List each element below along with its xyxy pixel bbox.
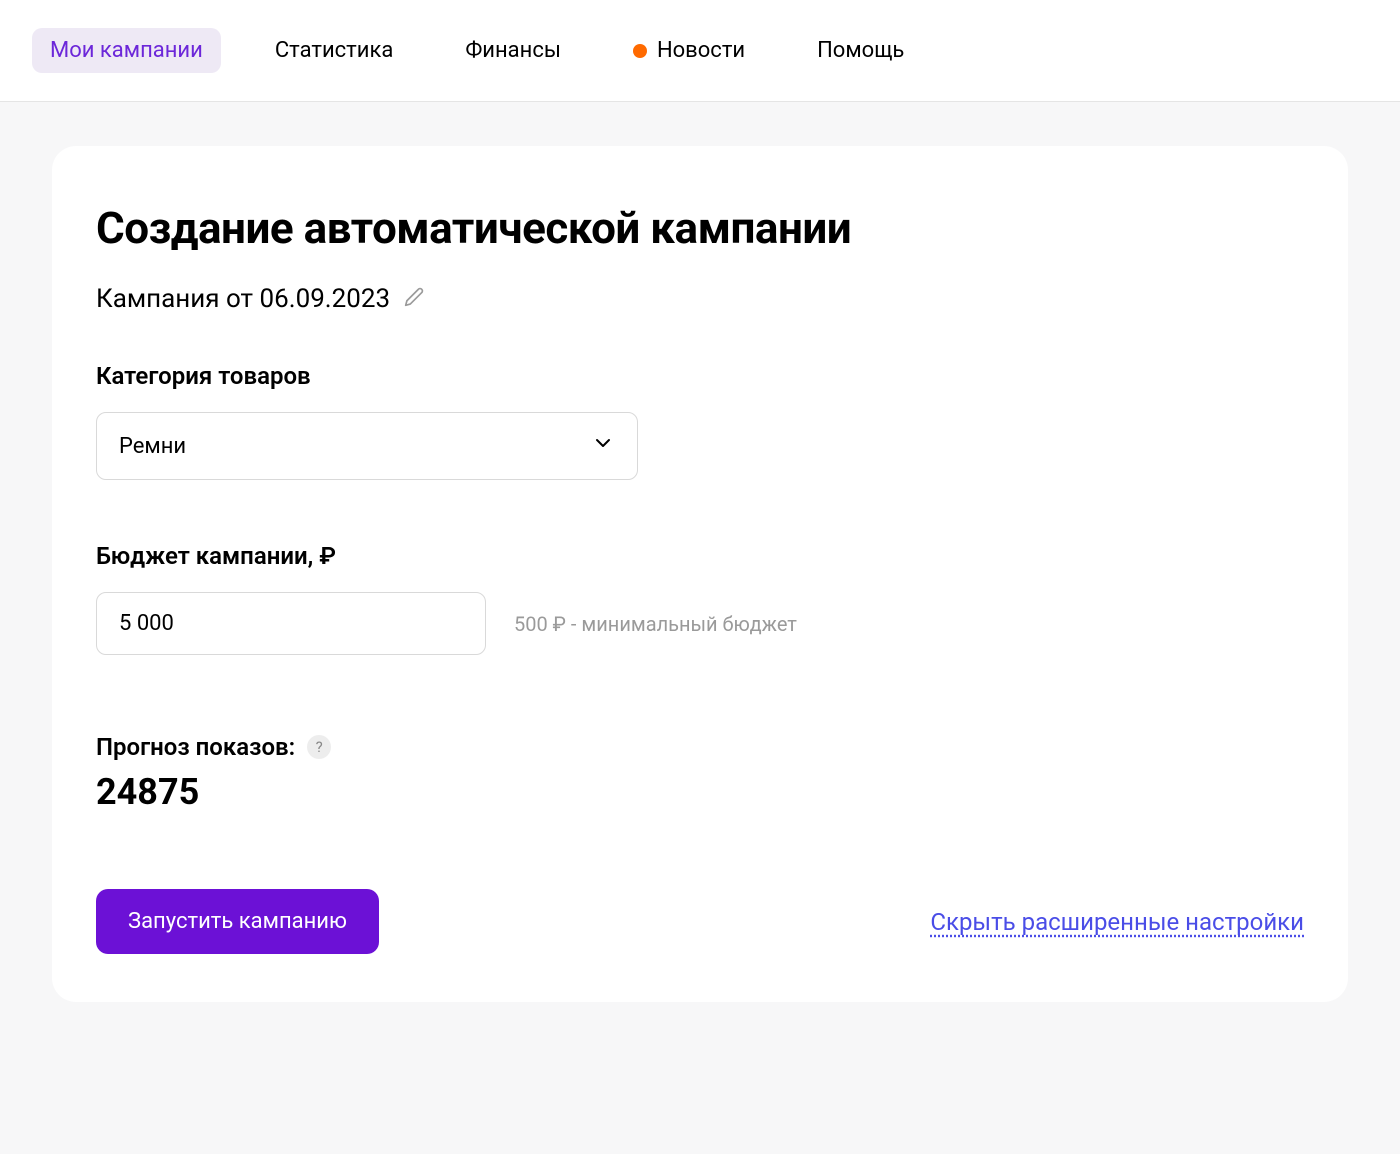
action-row: Запустить кампанию Скрыть расширенные на… [96,889,1304,954]
campaign-card: Создание автоматической кампании Кампани… [52,146,1348,1002]
notification-dot-icon [633,44,647,58]
top-nav: Мои кампании Статистика Финансы Новости … [0,0,1400,102]
budget-label: Бюджет кампании, ₽ [96,542,1304,570]
forecast-value: 24875 [96,771,1304,813]
nav-label: Новости [657,38,745,63]
nav-help[interactable]: Помощь [799,28,922,73]
page-wrap: Создание автоматической кампании Кампани… [0,102,1400,1046]
nav-news[interactable]: Новости [615,28,763,73]
forecast-label: Прогноз показов: [96,733,295,761]
pencil-icon[interactable] [404,287,424,311]
campaign-name: Кампания от 06.09.2023 [96,284,390,314]
nav-label: Статистика [275,38,393,63]
nav-statistics[interactable]: Статистика [257,28,411,73]
nav-label: Финансы [465,38,561,63]
budget-input[interactable] [96,592,486,655]
category-select[interactable]: Ремни [96,412,638,480]
nav-label: Помощь [817,38,904,63]
forecast-label-row: Прогноз показов: ? [96,733,1304,761]
nav-label: Мои кампании [50,38,203,63]
launch-button[interactable]: Запустить кампанию [96,889,379,954]
budget-row: 500 ₽ - минимальный бюджет [96,592,1304,655]
help-icon[interactable]: ? [307,735,331,759]
hide-advanced-link[interactable]: Скрыть расширенные настройки [930,908,1304,936]
nav-my-campaigns[interactable]: Мои кампании [32,28,221,73]
nav-finance[interactable]: Финансы [447,28,579,73]
category-label: Категория товаров [96,362,1304,390]
budget-hint: 500 ₽ - минимальный бюджет [514,612,797,636]
category-selected-value: Ремни [119,434,186,459]
chevron-down-icon [591,431,615,461]
page-title: Создание автоматической кампании [96,202,1304,254]
campaign-name-row: Кампания от 06.09.2023 [96,284,1304,314]
